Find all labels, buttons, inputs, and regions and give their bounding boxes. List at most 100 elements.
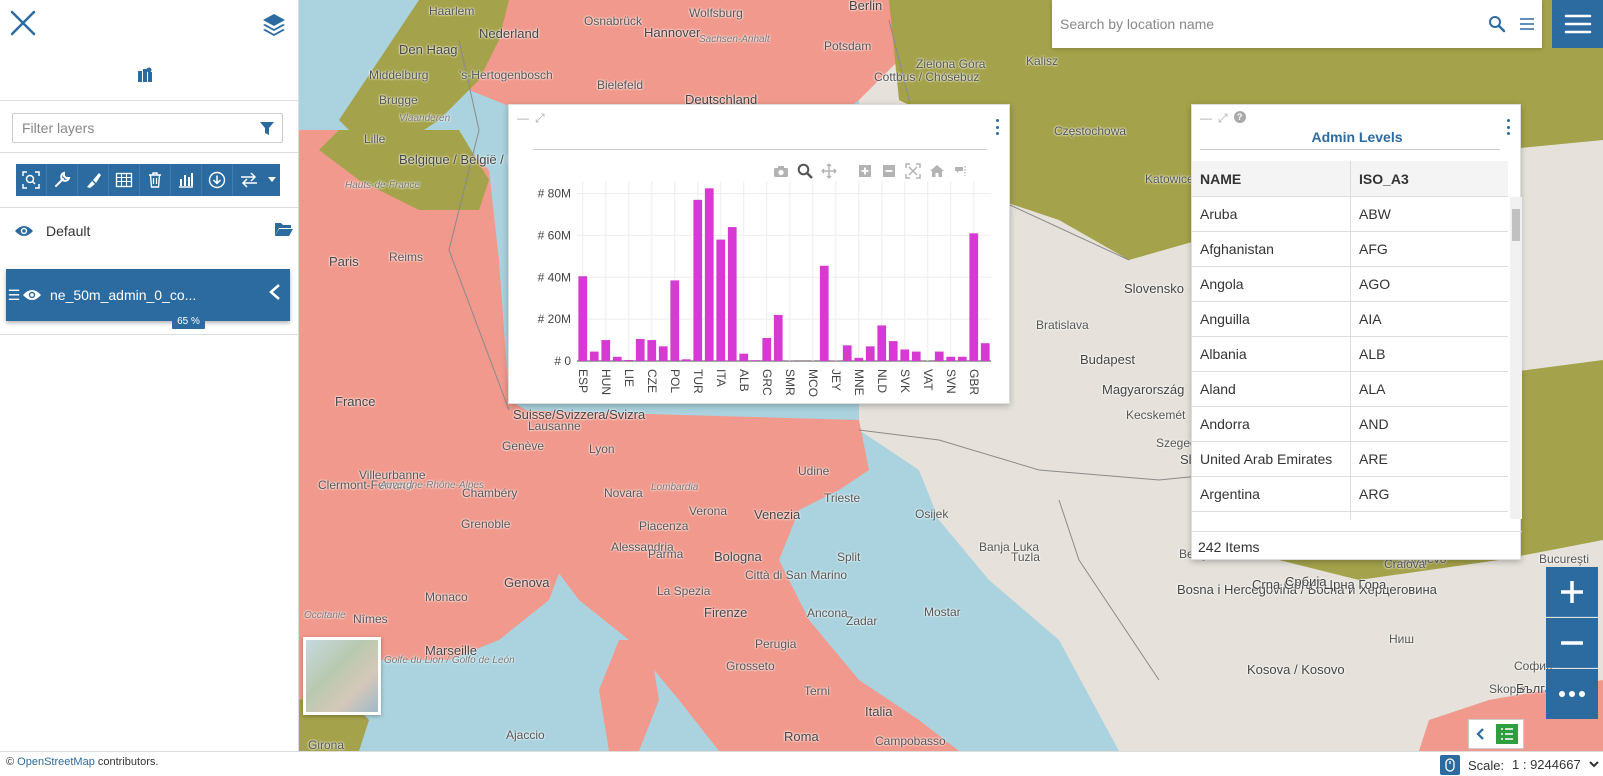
chart-bar[interactable] — [819, 265, 829, 361]
table-header-row: NAME ISO_A3 — [1192, 161, 1508, 197]
chart-bar[interactable] — [716, 239, 726, 361]
zoom-to-layer-button[interactable] — [16, 164, 47, 196]
name-cell: Armenia — [1192, 512, 1351, 519]
chart-bar[interactable] — [612, 356, 622, 361]
chart-bar[interactable] — [739, 353, 749, 361]
layers-toggle-button[interactable] — [258, 8, 290, 40]
attribute-table-button[interactable] — [109, 164, 140, 196]
chart-bar[interactable] — [888, 341, 898, 361]
chart-bar[interactable] — [957, 356, 967, 361]
name-cell: Albania — [1192, 337, 1351, 371]
chart-bar[interactable] — [900, 349, 910, 361]
chart-bar[interactable] — [969, 233, 979, 361]
scale-select[interactable]: 1 : 9244667 — [1508, 754, 1602, 774]
search-options-button[interactable] — [1512, 9, 1542, 39]
download-button[interactable] — [202, 164, 233, 196]
chart-bar[interactable] — [946, 356, 956, 361]
expand-icon[interactable]: ⤢ — [1218, 111, 1228, 126]
table-row[interactable]: Anguilla AIA — [1192, 302, 1508, 337]
help-icon[interactable]: ? — [1233, 111, 1246, 123]
zoom-extent-icon — [22, 171, 40, 189]
table-row[interactable]: Albania ALB — [1192, 337, 1508, 372]
x-tick-label: GBR — [967, 369, 981, 395]
chart-bar[interactable] — [693, 199, 703, 361]
table-row[interactable]: Afghanistan AFG — [1192, 232, 1508, 267]
map-place-label: Reims — [389, 250, 424, 264]
table-row[interactable]: Aland ALA — [1192, 372, 1508, 407]
chart-bar[interactable] — [854, 357, 864, 361]
x-tick-label: HUN — [599, 369, 613, 395]
chart-bar[interactable] — [589, 351, 599, 361]
search-button[interactable] — [1482, 9, 1512, 39]
chart-bar[interactable] — [865, 346, 875, 361]
attribution: © OpenStreetMap contributors. — [6, 756, 158, 768]
map-place-label: Sachsen-Anhalt — [699, 34, 770, 45]
chevron-left-icon — [1475, 728, 1484, 740]
layer-item-ne-50m-admin[interactable]: ☰ ne_50m_admin_0_co... — [6, 269, 290, 321]
iso-cell: AGO — [1359, 276, 1391, 292]
openstreetmap-link[interactable]: OpenStreetMap — [17, 756, 95, 768]
table-row[interactable]: Argentina ARG — [1192, 477, 1508, 512]
eye-icon[interactable] — [22, 288, 42, 302]
chart-widget[interactable]: — ⤢ # 0 # 20M # 40M # 60M # 80M ESP HUN LIE CZE… — [508, 104, 1010, 404]
chart-bar[interactable] — [934, 351, 944, 361]
chart-bar[interactable] — [762, 337, 772, 361]
filter-layers-input[interactable] — [13, 114, 252, 142]
main-menu-button[interactable] — [1552, 0, 1603, 48]
table-row[interactable]: United Arab Emirates ARE — [1192, 442, 1508, 477]
x-tick-label: POL — [668, 369, 682, 393]
bar-chart[interactable]: # 0 # 20M # 40M # 60M # 80M ESP HUN LIE CZE POL T… — [509, 105, 1011, 405]
brush-icon — [87, 173, 101, 188]
widgets-button[interactable] — [171, 164, 202, 196]
mouse-position-toggle[interactable] — [1440, 755, 1460, 775]
chart-bar[interactable] — [578, 276, 588, 361]
zoom-out-button[interactable] — [1546, 618, 1598, 668]
zoom-in-button[interactable] — [1546, 567, 1598, 617]
chart-bar[interactable] — [877, 325, 887, 361]
minimize-icon[interactable]: — — [1200, 111, 1212, 126]
feature-drawer-toggle[interactable] — [1468, 719, 1524, 749]
toolbar-more-dropdown[interactable] — [264, 164, 280, 196]
chart-bar[interactable] — [658, 346, 668, 361]
background-selector-thumbnail[interactable] — [303, 637, 381, 715]
chart-bar[interactable] — [842, 345, 852, 361]
folder-open-icon[interactable] — [274, 220, 294, 238]
table-row[interactable]: Aruba ABW — [1192, 197, 1508, 232]
chart-bar[interactable] — [670, 280, 680, 361]
layer-group-default[interactable]: Default — [14, 216, 294, 246]
chart-bar[interactable] — [647, 340, 657, 361]
chart-bar[interactable] — [704, 188, 714, 361]
eye-icon[interactable] — [14, 224, 34, 238]
chart-bar[interactable] — [727, 227, 737, 361]
style-editor-button[interactable] — [78, 164, 109, 196]
filter-icon[interactable] — [252, 114, 282, 142]
table-widget[interactable]: — ⤢ ? Admin Levels NAME ISO_A3 Aruba ABW Afg… — [1191, 104, 1522, 560]
swipe-compare-button[interactable] — [233, 164, 264, 196]
column-header[interactable]: ISO_A3 — [1351, 161, 1508, 196]
table-scrollbar[interactable] — [1510, 197, 1522, 519]
drag-handle-icon[interactable]: ☰ — [6, 287, 22, 304]
close-panel-button[interactable] — [6, 6, 40, 40]
chart-bar[interactable] — [750, 360, 760, 361]
chevron-left-icon[interactable] — [268, 283, 282, 301]
chart-bar[interactable] — [681, 359, 691, 361]
search-input[interactable] — [1052, 4, 1482, 44]
chart-bar[interactable] — [635, 339, 645, 361]
catalog-button[interactable] — [132, 64, 158, 86]
column-header[interactable]: NAME — [1192, 161, 1351, 196]
chart-bar[interactable] — [773, 314, 783, 361]
chart-bar[interactable] — [601, 340, 611, 361]
chart-bar[interactable] — [980, 343, 990, 361]
attribute-grid[interactable]: NAME ISO_A3 Aruba ABW Afghanistan AFG Angola AG… — [1192, 161, 1508, 519]
scrollbar-thumb[interactable] — [1512, 209, 1520, 241]
more-tools-button[interactable] — [1546, 669, 1598, 719]
chart-bar[interactable] — [624, 359, 634, 361]
layer-settings-button[interactable] — [47, 164, 78, 196]
table-row[interactable]: Angola AGO — [1192, 267, 1508, 302]
remove-layer-button[interactable] — [140, 164, 171, 196]
table-row[interactable]: Andorra AND — [1192, 407, 1508, 442]
table-row[interactable]: ArmeniaARM — [1192, 512, 1508, 519]
map-place-label: Magyarország — [1102, 382, 1185, 397]
chart-bar[interactable] — [911, 351, 921, 361]
map-place-label: Lombardia — [651, 482, 699, 493]
